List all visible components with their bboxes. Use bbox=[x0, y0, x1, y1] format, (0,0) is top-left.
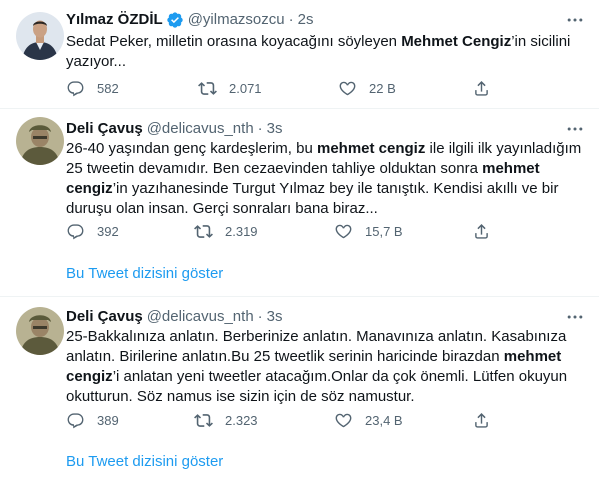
tweet-2[interactable]: Deli Çavuş @delicavus_nth · 3s 26-40 yaş… bbox=[0, 109, 599, 296]
like-icon bbox=[338, 79, 357, 98]
tweet-actions: 392 2.319 15,7 B bbox=[60, 221, 500, 241]
tweet-text-mention: mehmet cengiz bbox=[316, 140, 426, 157]
separator-dot: · bbox=[257, 308, 263, 325]
like-count: 22 B bbox=[369, 80, 396, 96]
reply-count: 392 bbox=[97, 223, 119, 239]
tweet-actions: 582 2.071 22 B bbox=[60, 78, 500, 98]
timestamp[interactable]: 2s bbox=[298, 10, 314, 30]
show-thread-link[interactable]: Bu Tweet dizisini göster bbox=[66, 264, 223, 284]
reply-icon bbox=[66, 222, 85, 241]
author-handle[interactable]: @delicavus_nth bbox=[147, 307, 254, 327]
author-handle[interactable]: @delicavus_nth bbox=[147, 119, 254, 139]
more-icon[interactable] bbox=[565, 307, 585, 327]
like-button[interactable]: 23,4 B bbox=[334, 410, 403, 430]
more-icon[interactable] bbox=[565, 119, 585, 139]
tweet-text-segment: 25-Bakkalınıza anlatın. Berberinize anla… bbox=[66, 328, 567, 365]
retweet-button[interactable]: 2.319 bbox=[194, 221, 258, 241]
reply-button[interactable]: 389 bbox=[66, 410, 119, 430]
separator-dot: · bbox=[257, 120, 263, 137]
timestamp[interactable]: 3s bbox=[267, 119, 283, 139]
retweet-count: 2.071 bbox=[229, 80, 262, 96]
avatar[interactable] bbox=[16, 117, 64, 165]
author-handle[interactable]: @yilmazsozcu bbox=[188, 10, 285, 30]
tweet-text: 25-Bakkalınıza anlatın. Berberinize anla… bbox=[66, 327, 586, 407]
tweet-header: Yılmaz ÖZDİL @yilmazsozcu · 2s bbox=[66, 10, 313, 30]
separator-dot: · bbox=[288, 11, 294, 28]
like-button[interactable]: 15,7 B bbox=[334, 221, 403, 241]
author-name[interactable]: Deli Çavuş bbox=[66, 119, 143, 139]
timestamp[interactable]: 3s bbox=[267, 307, 283, 327]
more-icon[interactable] bbox=[565, 10, 585, 30]
tweet-3[interactable]: Deli Çavuş @delicavus_nth · 3s 25-Bakkal… bbox=[0, 297, 599, 482]
show-thread-link[interactable]: Bu Tweet dizisini göster bbox=[66, 452, 223, 472]
reply-button[interactable]: 582 bbox=[66, 78, 119, 98]
tweet-text: Sedat Peker, milletin orasına koyacağını… bbox=[66, 32, 586, 72]
tweet-1[interactable]: Yılmaz ÖZDİL @yilmazsozcu · 2s Sedat Pek… bbox=[0, 0, 599, 108]
avatar[interactable] bbox=[16, 307, 64, 355]
reply-count: 582 bbox=[97, 80, 119, 96]
retweet-icon bbox=[194, 411, 213, 430]
like-icon bbox=[334, 411, 353, 430]
reply-button[interactable]: 392 bbox=[66, 221, 119, 241]
share-button[interactable] bbox=[472, 221, 491, 241]
retweet-button[interactable]: 2.323 bbox=[194, 410, 258, 430]
retweet-icon bbox=[194, 222, 213, 241]
reply-icon bbox=[66, 411, 85, 430]
like-button[interactable]: 22 B bbox=[338, 78, 396, 98]
reply-icon bbox=[66, 79, 85, 98]
tweet-text-segment: 26-40 yaşından genç kardeşlerim, bu bbox=[66, 140, 317, 157]
share-icon bbox=[472, 222, 491, 241]
like-count: 23,4 B bbox=[365, 412, 403, 428]
avatar[interactable] bbox=[16, 12, 64, 60]
tweet-text-segment: ’i anlatan yeni tweetler atacağım.Onlar … bbox=[66, 368, 568, 405]
like-count: 15,7 B bbox=[365, 223, 403, 239]
tweet-header: Deli Çavuş @delicavus_nth · 3s bbox=[66, 119, 283, 139]
tweet-header: Deli Çavuş @delicavus_nth · 3s bbox=[66, 307, 283, 327]
reply-count: 389 bbox=[97, 412, 119, 428]
retweet-button[interactable]: 2.071 bbox=[198, 78, 262, 98]
tweet-text-segment: Sedat Peker, milletin orasına koyacağını… bbox=[66, 33, 402, 50]
author-name[interactable]: Yılmaz ÖZDİL bbox=[66, 10, 163, 30]
tweet-text: 26-40 yaşından genç kardeşlerim, bu mehm… bbox=[66, 139, 586, 219]
share-icon bbox=[472, 411, 491, 430]
share-icon bbox=[472, 79, 491, 98]
author-name[interactable]: Deli Çavuş bbox=[66, 307, 143, 327]
share-button[interactable] bbox=[472, 410, 491, 430]
tweet-text-segment: ’in yazıhanesinde Turgut Yılmaz bey ile … bbox=[66, 180, 559, 217]
like-icon bbox=[334, 222, 353, 241]
retweet-count: 2.319 bbox=[225, 223, 258, 239]
tweet-text-mention: Mehmet Cengiz bbox=[401, 33, 512, 50]
verified-badge-icon bbox=[166, 11, 184, 29]
retweet-icon bbox=[198, 79, 217, 98]
tweet-actions: 389 2.323 23,4 B bbox=[60, 410, 500, 430]
retweet-count: 2.323 bbox=[225, 412, 258, 428]
share-button[interactable] bbox=[472, 78, 491, 98]
